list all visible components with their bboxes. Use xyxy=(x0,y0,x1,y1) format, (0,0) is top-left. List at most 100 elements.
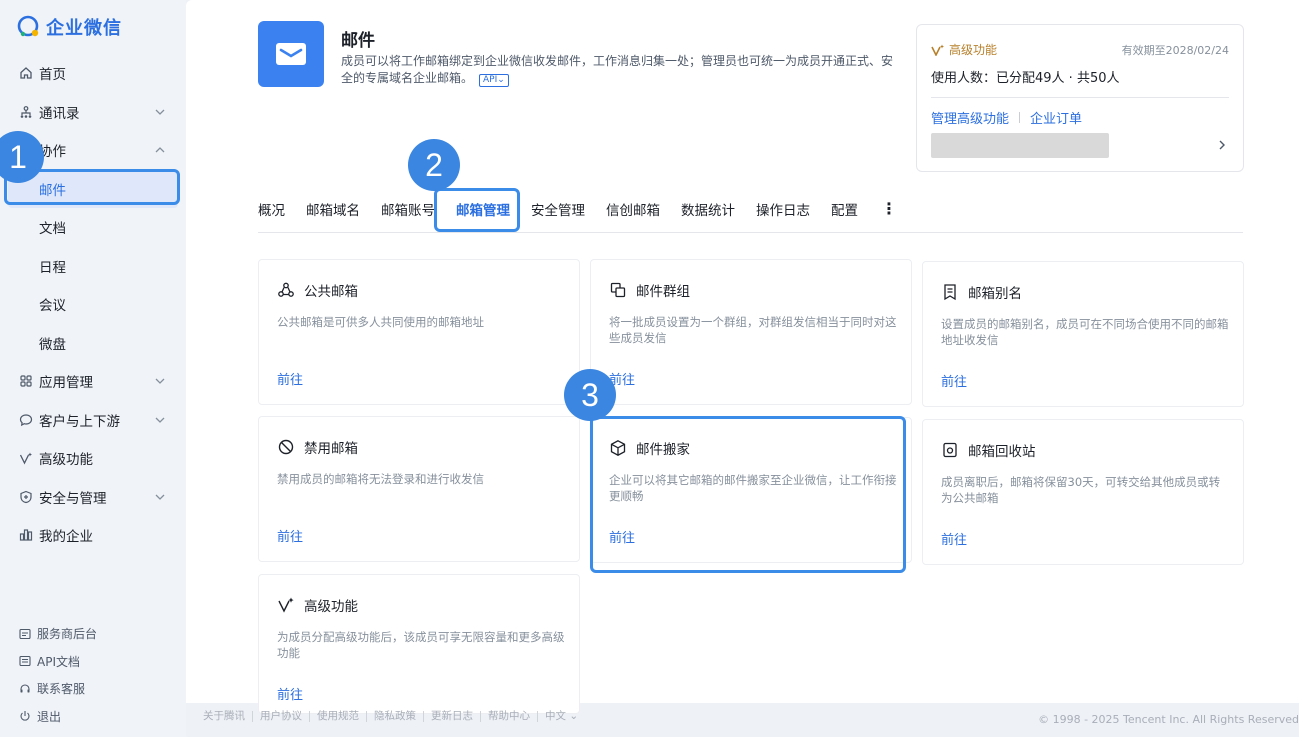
sidebar-item-label: 客户与上下游 xyxy=(39,413,120,430)
page-description-text: 成员可以将工作邮箱绑定到企业微信收发邮件，工作消息归集一处；管理员也可统一为成员… xyxy=(341,54,894,85)
sidebar-item-label: 日程 xyxy=(39,259,66,276)
footer-link-about[interactable]: 关于腾讯 xyxy=(196,711,253,722)
sidebar-item-label: 我的企业 xyxy=(39,529,93,546)
footer-link-terms[interactable]: 用户协议 xyxy=(253,711,310,722)
sidebar-item-api-docs[interactable]: API文档 xyxy=(0,648,186,676)
sidebar-item-label: 首页 xyxy=(39,67,66,84)
card-description: 成员离职后，邮箱将保留30天，可转交给其他成员或转为公共邮箱 xyxy=(941,475,1221,505)
go-link[interactable]: 前往 xyxy=(609,527,635,546)
seat-usage: 使用人数：已分配49人 · 共50人 xyxy=(931,71,1120,86)
advanced-links: 管理高级功能 企业订单 xyxy=(931,108,1082,127)
power-icon xyxy=(18,709,32,723)
sidebar-nav: 首页 通讯录 协作 邮件 文档 日程 会议 微盘 应用管理 客户与上下游 高级功… xyxy=(0,54,186,555)
sidebar-item-label: 联系客服 xyxy=(37,682,86,697)
sidebar-item-customers[interactable]: 客户与上下游 xyxy=(0,401,186,440)
tab-settings[interactable]: 配置 xyxy=(831,185,858,233)
footer-link-usage-policy[interactable]: 使用规范 xyxy=(310,711,367,722)
page-title: 邮件 xyxy=(341,31,375,51)
card-advanced-features: 高级功能 为成员分配高级功能后，该成员可享无限容量和更多高级功能 前往 xyxy=(258,574,580,714)
sidebar-item-label: 邮件 xyxy=(39,182,66,199)
sidebar-item-drive[interactable]: 微盘 xyxy=(0,324,186,363)
go-link[interactable]: 前往 xyxy=(941,371,967,390)
sidebar-item-label: 通讯录 xyxy=(39,105,80,122)
sidebar-item-label: 退出 xyxy=(37,709,62,724)
redacted-placeholder xyxy=(931,133,1109,158)
sidebar-item-support[interactable]: 联系客服 xyxy=(0,675,186,703)
advanced-features-card: 高级功能 有效期至2028/02/24 使用人数：已分配49人 · 共50人 管… xyxy=(916,24,1244,172)
footer-link-help[interactable]: 帮助中心 xyxy=(481,711,538,722)
card-mail-migration: 邮件搬家 企业可以将其它邮箱的邮件搬家至企业微信，让工作衔接更顺畅 前往 xyxy=(590,417,912,563)
step-badge-3: 3 xyxy=(564,369,616,421)
tab-statistics[interactable]: 数据统计 xyxy=(681,185,735,233)
company-orders-link[interactable]: 企业订单 xyxy=(1030,108,1082,127)
go-link[interactable]: 前往 xyxy=(277,684,303,703)
brand-name: 企业微信 xyxy=(46,18,122,39)
card-header: 邮箱回收站 xyxy=(941,440,1036,460)
sidebar-item-security[interactable]: 安全与管理 xyxy=(0,478,186,517)
tab-mail-domain[interactable]: 邮箱域名 xyxy=(306,185,360,233)
org-chart-icon xyxy=(18,104,34,120)
chat-bubble-icon xyxy=(18,412,34,428)
sidebar-item-home[interactable]: 首页 xyxy=(0,54,186,93)
more-tabs-button[interactable]: ⋮ xyxy=(881,185,897,233)
sidebar-item-label: 微盘 xyxy=(39,336,66,353)
tab-overview[interactable]: 概况 xyxy=(258,185,285,233)
bookmark-list-icon xyxy=(944,284,956,301)
card-description: 禁用成员的邮箱将无法登录和进行收发信 xyxy=(277,472,484,486)
sidebar-item-my-company[interactable]: 我的企业 xyxy=(0,516,186,555)
home-icon xyxy=(18,65,34,81)
card-public-mailbox: 公共邮箱 公共邮箱是可供多人共同使用的邮箱地址 前往 xyxy=(258,259,580,405)
sidebar-item-label: 服务商后台 xyxy=(37,627,98,642)
go-link[interactable]: 前往 xyxy=(941,529,967,548)
divider xyxy=(931,97,1229,98)
footer-link-changelog[interactable]: 更新日志 xyxy=(424,711,481,722)
sidebar-item-label: 文档 xyxy=(39,221,66,238)
card-header: 邮件搬家 xyxy=(609,438,690,458)
chevron-up-icon xyxy=(155,147,165,153)
sidebar-item-calendar[interactable]: 日程 xyxy=(0,247,186,286)
sidebar-item-label: 安全与管理 xyxy=(39,490,107,507)
advanced-features-title: 高级功能 xyxy=(949,43,998,57)
sidebar-bottom-nav: 服务商后台 API文档 联系客服 退出 xyxy=(0,620,186,730)
mail-tabs: 概况 邮箱域名 邮箱账号 邮箱管理 安全管理 信创邮箱 数据统计 操作日志 配置… xyxy=(258,185,1243,233)
tab-mailbox-management[interactable]: 邮箱管理 xyxy=(456,185,510,233)
sidebar-item-advanced[interactable]: 高级功能 xyxy=(0,439,186,478)
language-selector[interactable]: 中文 ⌄ xyxy=(538,711,585,722)
headset-icon xyxy=(18,682,32,696)
tab-security-management[interactable]: 安全管理 xyxy=(531,185,585,233)
card-title: 邮件群组 xyxy=(636,284,690,300)
manage-advanced-link[interactable]: 管理高级功能 xyxy=(931,108,1009,127)
footer-links: 关于腾讯 用户协议 使用规范 隐私政策 更新日志 帮助中心 中文 ⌄ xyxy=(196,711,585,722)
tab-xinchuang-mailbox[interactable]: 信创邮箱 xyxy=(606,185,660,233)
sidebar-item-apps[interactable]: 应用管理 xyxy=(0,362,186,401)
recycle-bin-icon xyxy=(943,442,957,458)
tab-operation-log[interactable]: 操作日志 xyxy=(756,185,810,233)
copyright: © 1998 - 2025 Tencent Inc. All Rights Re… xyxy=(1038,713,1299,726)
api-tag[interactable]: API⌄ xyxy=(479,74,509,87)
footer-link-privacy[interactable]: 隐私政策 xyxy=(367,711,424,722)
chevron-right-icon[interactable] xyxy=(1217,139,1227,151)
sidebar-item-provider-backend[interactable]: 服务商后台 xyxy=(0,620,186,648)
card-title: 邮箱回收站 xyxy=(968,444,1036,460)
sidebar-item-docs[interactable]: 文档 xyxy=(0,208,186,247)
go-link[interactable]: 前往 xyxy=(277,526,303,545)
expiry-date: 有效期至2028/02/24 xyxy=(1121,44,1229,57)
sidebar-item-meeting[interactable]: 会议 xyxy=(0,285,186,324)
go-link[interactable]: 前往 xyxy=(277,369,303,388)
sidebar-item-contacts[interactable]: 通讯录 xyxy=(0,93,186,132)
brand-logo[interactable]: 企业微信 xyxy=(16,14,122,40)
tab-mail-accounts[interactable]: 邮箱账号 xyxy=(381,185,435,233)
card-disabled-mailbox: 禁用邮箱 禁用成员的邮箱将无法登录和进行收发信 前往 xyxy=(258,416,580,562)
sidebar-item-logout[interactable]: 退出 xyxy=(0,703,186,731)
document-icon xyxy=(18,654,32,668)
card-description: 将一批成员设置为一个群组，对群组发信相当于同时对这些成员发信 xyxy=(609,315,897,345)
card-header: 禁用邮箱 xyxy=(277,437,358,457)
console-icon xyxy=(18,627,32,641)
bar-chart-icon xyxy=(18,527,34,543)
package-box-icon xyxy=(610,440,626,456)
main-panel: 邮件 成员可以将工作邮箱绑定到企业微信收发邮件，工作消息归集一处；管理员也可统一… xyxy=(186,0,1299,714)
sidebar-item-label: 会议 xyxy=(39,298,66,315)
group-copy-icon xyxy=(610,282,626,298)
advanced-features-header: 高级功能 xyxy=(931,41,997,58)
card-description: 企业可以将其它邮箱的邮件搬家至企业微信，让工作衔接更顺畅 xyxy=(609,473,897,503)
